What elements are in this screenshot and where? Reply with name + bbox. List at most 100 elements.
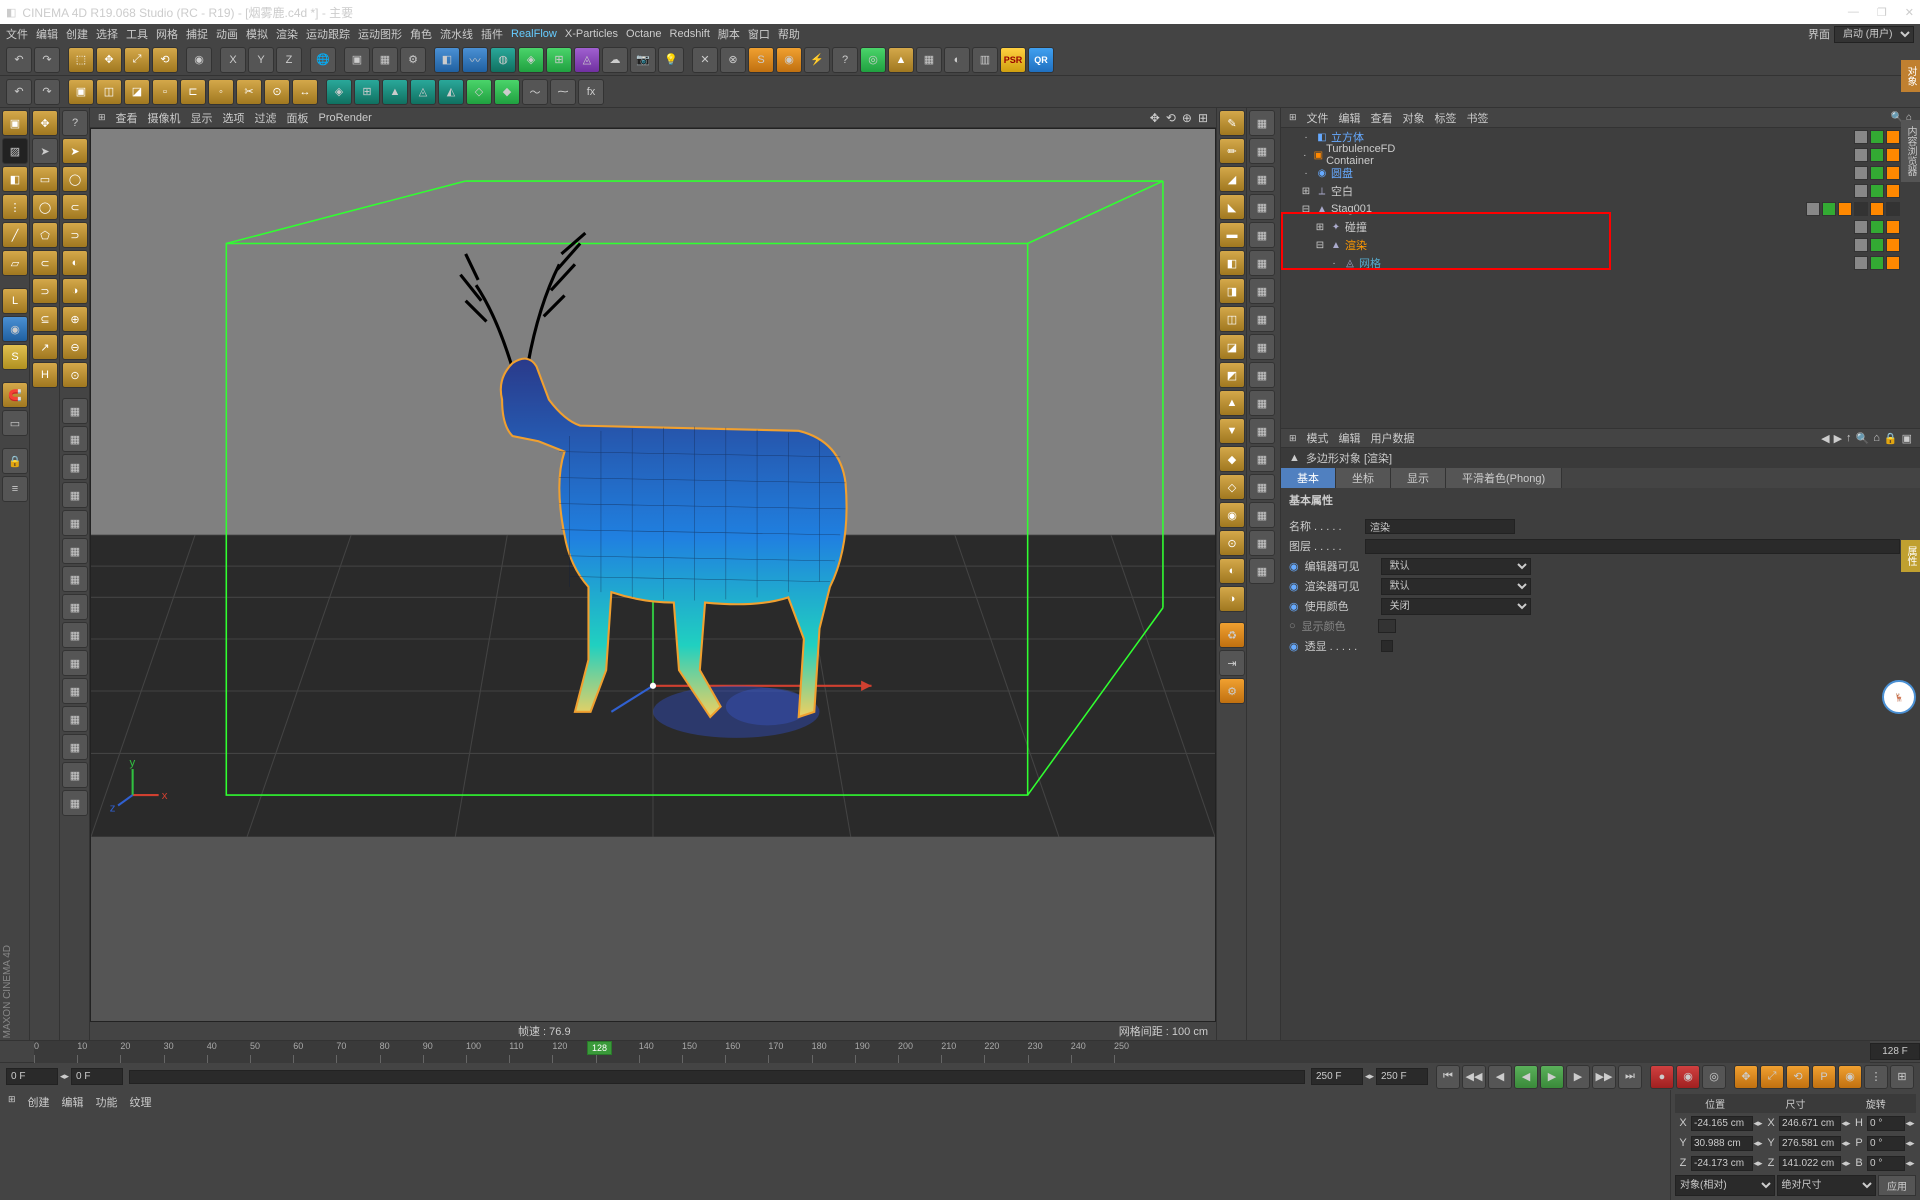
menu-window[interactable]: 窗口 (748, 26, 770, 42)
path-select-icon[interactable]: ↗ (32, 334, 58, 360)
xp-gen-button[interactable]: ◎ (860, 47, 886, 73)
attr-usecol-select[interactable]: 关闭 (1381, 598, 1531, 615)
r2-icon-14[interactable]: ▦ (1249, 474, 1275, 500)
menu-animate[interactable]: 动画 (216, 26, 238, 42)
object-name[interactable]: TurbulenceFD Container (1326, 143, 1425, 167)
om-row[interactable]: ⊟▲Stag001 (1281, 200, 1920, 218)
attr-tab-basic[interactable]: 基本 (1281, 468, 1336, 488)
axis-mode-button[interactable]: L (2, 288, 28, 314)
timeline-frame-field[interactable] (1870, 1043, 1920, 1060)
xp-mod-button[interactable]: ▲ (888, 47, 914, 73)
om-row[interactable]: ⊟▲渲染 (1281, 236, 1920, 254)
autokey-button[interactable]: ◉ (1676, 1065, 1700, 1089)
convert-icon[interactable]: ⊖ (62, 334, 88, 360)
object-mode-button[interactable]: ◧ (2, 166, 28, 192)
coord-mode2-select[interactable]: 绝对尺寸 (1777, 1175, 1877, 1196)
attr-tab-coord[interactable]: 坐标 (1336, 468, 1391, 488)
pos-key-button[interactable]: ✥ (1734, 1065, 1758, 1089)
psr-button[interactable]: PSR (1000, 47, 1026, 73)
om-objects[interactable]: 对象 (1403, 110, 1425, 126)
object-name[interactable]: 渲染 (1345, 237, 1367, 253)
arrow2-icon[interactable]: ➤ (62, 138, 88, 164)
coord-rot-input[interactable] (1867, 1156, 1905, 1171)
r1-icon-4[interactable]: ◣ (1219, 194, 1245, 220)
undo-button[interactable]: ↶ (6, 47, 32, 73)
cursor-icon[interactable]: ➤ (32, 138, 58, 164)
weld-button[interactable]: ◦ (208, 79, 234, 105)
deformer-button[interactable]: ◬ (574, 47, 600, 73)
attr-find-icon[interactable]: 🔍 (1856, 432, 1870, 445)
vp-menu-view[interactable]: 查看 (116, 110, 138, 126)
menu-help[interactable]: 帮助 (778, 26, 800, 42)
r1-icon-9[interactable]: ◪ (1219, 334, 1245, 360)
move-tool-icon[interactable]: ✥ (32, 110, 58, 136)
xp-emitter-button[interactable]: S (748, 47, 774, 73)
r1-icon-1[interactable]: ✎ (1219, 110, 1245, 136)
object-name[interactable]: 圆盘 (1331, 165, 1353, 181)
outline-icon[interactable]: ◑ (62, 278, 88, 304)
r1-icon-2[interactable]: ✏ (1219, 138, 1245, 164)
ring-select-icon[interactable]: ⊃ (32, 278, 58, 304)
r1-icon-11[interactable]: ▲ (1219, 390, 1245, 416)
r1-icon-13[interactable]: ◆ (1219, 446, 1245, 472)
lock-button[interactable]: 🔒 (2, 448, 28, 474)
poly-mode-button[interactable]: ▱ (2, 250, 28, 276)
grid6-icon[interactable]: ▦ (62, 538, 88, 564)
next-frame-button[interactable]: ▶ (1566, 1065, 1590, 1089)
uv-mode-button[interactable]: ◉ (2, 316, 28, 342)
coord-mode1-select[interactable]: 对象(相对) (1675, 1175, 1775, 1196)
grid8-icon[interactable]: ▦ (62, 594, 88, 620)
grid2-icon[interactable]: ▦ (62, 426, 88, 452)
camera-button[interactable]: 📷 (630, 47, 656, 73)
om-row[interactable]: ·◬网格 (1281, 254, 1920, 272)
grid5-icon[interactable]: ▦ (62, 510, 88, 536)
r2-icon-1[interactable]: ▦ (1249, 110, 1275, 136)
coord-size-input[interactable] (1779, 1156, 1841, 1171)
menu-create[interactable]: 创建 (66, 26, 88, 42)
r2-icon-12[interactable]: ▦ (1249, 418, 1275, 444)
workplane-button[interactable]: ▭ (2, 410, 28, 436)
point-mode-button[interactable]: ⋮ (2, 194, 28, 220)
menu-edit[interactable]: 编辑 (36, 26, 58, 42)
object-name[interactable]: Stag001 (1331, 203, 1372, 215)
xp-action-button[interactable]: ⚡ (804, 47, 830, 73)
pla-key-button[interactable]: ◉ (1838, 1065, 1862, 1089)
attr-home-icon[interactable]: ⌂ (1873, 432, 1880, 445)
attr-mode[interactable]: 模式 (1307, 430, 1329, 446)
r2-icon-6[interactable]: ▦ (1249, 250, 1275, 276)
xp-open-button[interactable]: ✕ (692, 47, 718, 73)
r2-icon-4[interactable]: ▦ (1249, 194, 1275, 220)
grid1-icon[interactable]: ▦ (62, 398, 88, 424)
range-slider[interactable] (129, 1070, 1305, 1084)
key-options2-button[interactable]: ⊞ (1890, 1065, 1914, 1089)
end-frame-field[interactable] (1311, 1068, 1363, 1085)
r1-icon-12[interactable]: ▼ (1219, 418, 1245, 444)
redo-button[interactable]: ↷ (34, 47, 60, 73)
fill-select-icon[interactable]: ⊆ (32, 306, 58, 332)
redo2-button[interactable]: ↷ (34, 79, 60, 105)
r1-arrow-icon[interactable]: ⇥ (1219, 650, 1245, 676)
vp-menu-filter[interactable]: 过滤 (255, 110, 277, 126)
attr-tab-display[interactable]: 显示 (1391, 468, 1446, 488)
attr-userdata[interactable]: 用户数据 (1371, 430, 1415, 446)
vp-nav3-icon[interactable]: ⊕ (1182, 111, 1192, 125)
coord-size-input[interactable] (1779, 1116, 1841, 1131)
prev-frame-button[interactable]: ◀ (1488, 1065, 1512, 1089)
spline-button[interactable]: 〰 (462, 47, 488, 73)
lock-z-button[interactable]: Z (276, 47, 302, 73)
loop-select-icon[interactable]: ⊂ (32, 250, 58, 276)
subdiv-button[interactable]: ▣ (68, 79, 94, 105)
last-tool-button[interactable]: ◉ (186, 47, 212, 73)
magnet-button[interactable]: 🧲 (2, 382, 28, 408)
vp-menu-display[interactable]: 显示 (191, 110, 213, 126)
generator-button[interactable]: ◈ (518, 47, 544, 73)
expand-icon[interactable]: ⊞ (1299, 184, 1313, 198)
poly-select-icon[interactable]: ⬠ (32, 222, 58, 248)
menu-character[interactable]: 角色 (410, 26, 432, 42)
maximize-button[interactable]: ❐ (1877, 6, 1887, 19)
r2-icon-5[interactable]: ▦ (1249, 222, 1275, 248)
playhead[interactable]: 128 (587, 1041, 612, 1055)
vp-menu-options[interactable]: 选项 (223, 110, 245, 126)
menu-octane[interactable]: Octane (626, 28, 661, 40)
ring2-icon[interactable]: ⊃ (62, 222, 88, 248)
